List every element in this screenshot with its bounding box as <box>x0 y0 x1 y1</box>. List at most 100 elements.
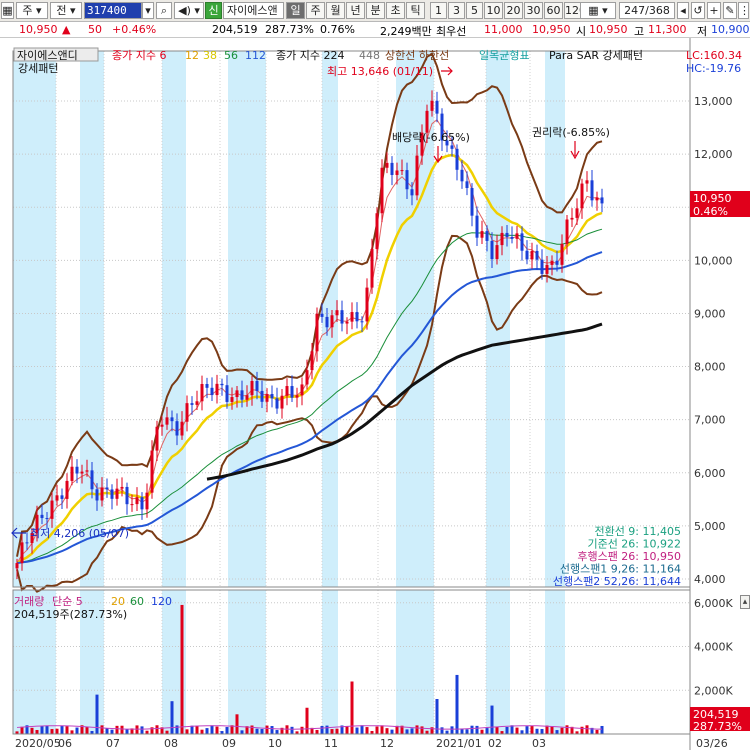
volume-bar <box>240 730 244 734</box>
candle-body <box>175 421 179 436</box>
candle-body <box>230 397 234 402</box>
period-button-5[interactable]: 초 <box>386 2 405 19</box>
toolbar: ▦ 주 ▾ 전 ▾ 317400 ▾ ⌕ ◀) ▾ 신 자이에스앤 일주월년분초… <box>0 0 750 22</box>
candle-body <box>320 313 324 317</box>
stock-name-field: 자이에스앤 <box>223 2 284 19</box>
high-arrow-icon <box>441 66 453 76</box>
candle-body <box>55 495 59 501</box>
period-button-2[interactable]: 월 <box>326 2 345 19</box>
interval-button-5[interactable]: 5 <box>466 2 483 19</box>
volume-bar <box>260 729 264 734</box>
candle-body <box>250 380 254 396</box>
candle-body <box>205 384 209 388</box>
period-button-6[interactable]: 틱 <box>406 2 425 19</box>
period-button-4[interactable]: 분 <box>366 2 385 19</box>
stock-chart[interactable]: 4,0005,0006,0007,0008,0009,00010,00011,0… <box>0 38 750 750</box>
interval-button-30[interactable]: 30 <box>524 2 543 19</box>
volume-legend-60: 60 <box>130 595 144 608</box>
volume-bar <box>335 728 339 734</box>
volume-bar <box>345 726 349 734</box>
candle-body <box>475 215 479 238</box>
quote-open: 10,950 <box>589 23 628 36</box>
volume-ma-line <box>16 725 603 730</box>
search-icon[interactable]: ⌕ <box>156 2 172 19</box>
candle-body <box>470 188 474 216</box>
page-prev-icon[interactable]: ◂ <box>677 2 689 19</box>
volume-bar <box>60 725 64 734</box>
candle-body <box>25 542 29 544</box>
candle-body <box>585 180 589 184</box>
interval-button-10[interactable]: 10 <box>484 2 503 19</box>
volume-bar <box>565 725 569 734</box>
speaker-icon[interactable]: ◀) ▾ <box>174 2 204 19</box>
candle-body <box>525 250 529 260</box>
candle-body <box>185 403 189 422</box>
eraser-icon[interactable]: ✎ <box>723 2 737 19</box>
candle-body <box>335 310 339 316</box>
volume-bar <box>360 725 364 734</box>
xtick-label-6: 11 <box>324 737 338 750</box>
candle-body <box>485 231 489 241</box>
interval-button-3[interactable]: 3 <box>448 2 465 19</box>
volume-bar <box>420 726 424 734</box>
volume-bar <box>595 729 599 734</box>
candle-body <box>125 486 129 505</box>
volume-bar <box>75 727 79 734</box>
candle-body <box>105 487 109 490</box>
interval-button-20[interactable]: 20 <box>504 2 523 19</box>
volume-bar <box>455 674 459 734</box>
code-dropdown-icon[interactable]: ▾ <box>142 2 154 19</box>
candle-body <box>410 189 414 196</box>
xtick-label-7: 12 <box>380 737 394 750</box>
candle-body <box>195 401 199 405</box>
candle-body <box>285 386 289 396</box>
candle-body <box>235 390 239 398</box>
period-button-1[interactable]: 주 <box>306 2 325 19</box>
candle-body <box>50 500 54 519</box>
stock-code-input[interactable]: 317400 <box>84 2 142 19</box>
ytick-label-6000: 6,000 <box>694 467 726 480</box>
volume-bar <box>540 728 544 734</box>
period-button-0[interactable]: 일 <box>286 2 305 19</box>
month-band-2 <box>162 51 186 587</box>
quote-open-label: 시 <box>576 25 587 38</box>
quote-ask-label: 최우선 <box>436 25 467 38</box>
candle-body <box>45 518 49 520</box>
volume-bar <box>290 726 294 734</box>
candle-body <box>545 264 549 274</box>
volume-bar <box>410 728 414 734</box>
candle-body <box>385 162 389 168</box>
candle-body <box>135 497 139 505</box>
candle-body <box>145 492 149 510</box>
filter-select[interactable]: 전 ▾ <box>50 2 82 19</box>
candle-body <box>15 563 19 569</box>
period-button-3[interactable]: 년 <box>346 2 365 19</box>
candle-body <box>325 316 329 328</box>
more-icon[interactable]: ⋮ <box>738 2 750 19</box>
market-select[interactable]: 주 ▾ <box>16 2 48 19</box>
xtick-label-5: 10 <box>268 737 282 750</box>
crosshair-icon[interactable]: + <box>707 2 721 19</box>
settings-icon[interactable]: ▦ ▾ <box>580 2 616 19</box>
interval-button-60[interactable]: 60 <box>544 2 563 19</box>
candle-body <box>375 213 379 250</box>
xtick-label-8: 2021/01 <box>436 737 482 750</box>
candle-body <box>360 321 364 323</box>
volume-bar <box>40 726 44 734</box>
ytick-label-10000: 10,000 <box>694 254 733 267</box>
candle-body <box>165 417 169 425</box>
restore-icon[interactable]: ↺ <box>691 2 705 19</box>
volume-month-band-4 <box>322 590 338 734</box>
legend-ma38: 38 <box>203 49 217 62</box>
menu-grid-icon[interactable]: ▦ <box>1 2 14 19</box>
volume-bar <box>325 725 329 734</box>
interval-button-1[interactable]: 1 <box>430 2 447 19</box>
volume-bar <box>385 728 389 734</box>
volume-collapse-icon[interactable]: ▴ <box>740 595 750 609</box>
quote-ask: 11,000 <box>484 23 523 36</box>
candle-body <box>495 245 499 260</box>
candle-body <box>430 100 434 111</box>
volume-bar <box>450 726 454 734</box>
volume-bar <box>205 728 209 734</box>
xtick-label-0: 2020/05 <box>15 737 61 750</box>
